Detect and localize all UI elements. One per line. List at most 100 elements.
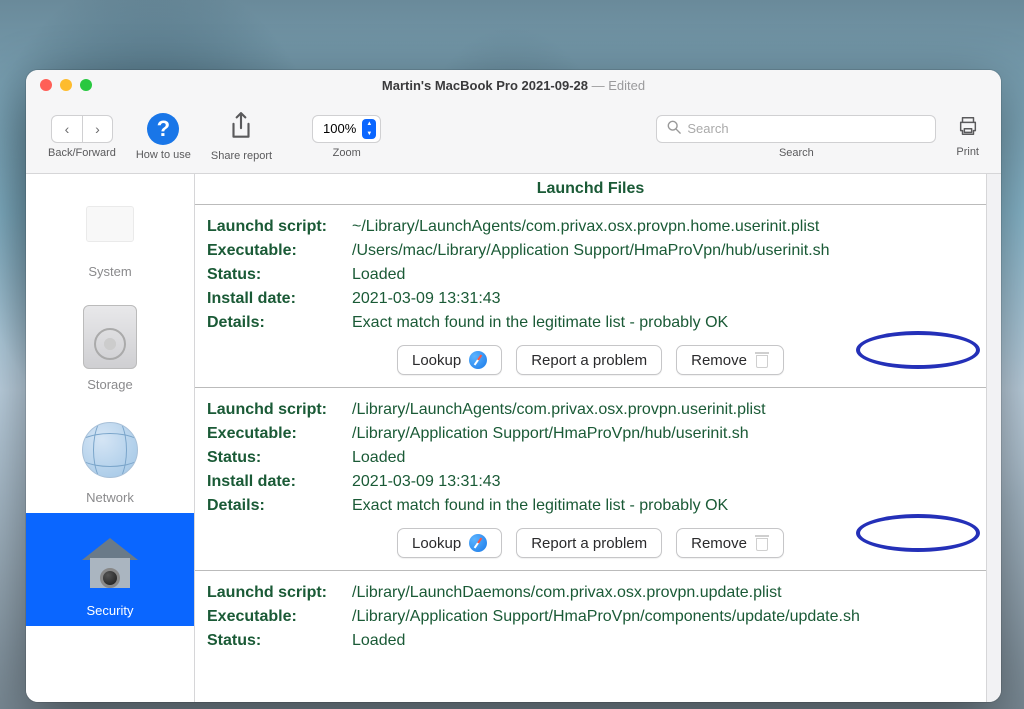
main-panel: Launchd Files Launchd script:~/Library/L… [195,174,986,702]
share-icon[interactable] [228,111,254,146]
sidebar-item-network[interactable]: Network [26,400,194,513]
row-val-executable: /Users/mac/Library/Application Support/H… [352,242,974,260]
row-val-script: /Library/LaunchAgents/com.privax.osx.pro… [352,401,974,419]
sidebar-item-label: Storage [87,377,133,392]
title-main: Martin's MacBook Pro 2021-09-28 [382,78,588,93]
trash-icon [755,352,769,368]
sidebar-item-label: System [88,264,131,279]
search-input[interactable] [687,121,925,136]
row-val-details: Exact match found in the legitimate list… [352,497,974,515]
lookup-button[interactable]: Lookup [397,345,502,375]
search-icon [667,120,681,137]
security-icon [78,531,142,595]
minimize-window-button[interactable] [60,79,72,91]
back-button[interactable]: ‹ [52,116,82,142]
row-label-executable: Executable: [207,608,352,626]
sidebar-item-system[interactable]: System [26,174,194,287]
remove-button[interactable]: Remove [676,345,784,375]
zoom-stepper-arrows-icon: ▲▼ [362,119,376,139]
lookup-button[interactable]: Lookup [397,528,502,558]
remove-button[interactable]: Remove [676,528,784,558]
toolbar: ‹ › Back/Forward ? How to use Share repo… [26,100,1001,174]
row-label-script: Launchd script: [207,218,352,236]
row-val-executable: /Library/Application Support/HmaProVpn/c… [352,608,974,626]
disk-icon [78,305,142,369]
row-val-executable: /Library/Application Support/HmaProVpn/h… [352,425,974,443]
row-label-script: Launchd script: [207,401,352,419]
help-icon[interactable]: ? [147,113,179,145]
zoom-window-button[interactable] [80,79,92,91]
highlight-annotation [856,331,980,369]
content-area: System Storage Network Security Launchd … [26,174,1001,702]
row-val-install-date: 2021-03-09 13:31:43 [352,290,974,308]
tb-share-group: Share report [201,111,282,162]
app-window: Martin's MacBook Pro 2021-09-28 — Edited… [26,70,1001,702]
tb-help-group: ? How to use [126,113,201,161]
zoom-value: 100% [323,121,356,136]
launchd-entry: Launchd script:/Library/LaunchDaemons/co… [195,571,986,665]
remove-label: Remove [691,352,747,369]
print-icon[interactable] [957,115,979,142]
sidebar-item-security[interactable]: Security [26,513,194,626]
row-label-status: Status: [207,632,352,650]
row-val-script: /Library/LaunchDaemons/com.privax.osx.pr… [352,584,974,602]
entries-list: Launchd script:~/Library/LaunchAgents/co… [195,205,986,702]
zoom-stepper[interactable]: 100% ▲▼ [312,115,381,143]
globe-icon [78,418,142,482]
traffic-lights [40,79,92,91]
search-box[interactable] [656,115,936,143]
scrollbar[interactable] [986,174,1001,702]
remove-label: Remove [691,535,747,552]
row-label-details: Details: [207,497,352,515]
chevron-left-icon: ‹ [65,121,70,137]
row-val-install-date: 2021-03-09 13:31:43 [352,473,974,491]
tb-share-label: Share report [211,150,272,162]
window-title: Martin's MacBook Pro 2021-09-28 — Edited [26,78,1001,93]
row-label-script: Launchd script: [207,584,352,602]
tb-nav-label: Back/Forward [48,147,116,159]
tb-search-group: Search [646,115,946,159]
row-label-executable: Executable: [207,242,352,260]
row-val-script: ~/Library/LaunchAgents/com.privax.osx.pr… [352,218,974,236]
tb-search-label: Search [779,147,814,159]
row-val-status: Loaded [352,632,974,650]
sidebar-item-label: Security [87,603,134,618]
row-label-executable: Executable: [207,425,352,443]
highlight-annotation [856,514,980,552]
lookup-label: Lookup [412,535,461,552]
report-label: Report a problem [531,352,647,369]
action-row: Lookup Report a problem Remove [207,518,974,558]
report-problem-button[interactable]: Report a problem [516,528,662,558]
close-window-button[interactable] [40,79,52,91]
titlebar: Martin's MacBook Pro 2021-09-28 — Edited [26,70,1001,100]
report-label: Report a problem [531,535,647,552]
row-val-details: Exact match found in the legitimate list… [352,314,974,332]
tb-print-label: Print [956,146,979,158]
tb-help-label: How to use [136,149,191,161]
nav-buttons: ‹ › [51,115,113,143]
title-edited: — Edited [588,78,645,93]
launchd-entry: Launchd script:~/Library/LaunchAgents/co… [195,205,986,388]
section-header: Launchd Files [195,174,986,205]
row-val-status: Loaded [352,266,974,284]
row-label-status: Status: [207,266,352,284]
report-problem-button[interactable]: Report a problem [516,345,662,375]
tb-nav-group: ‹ › Back/Forward [38,115,126,159]
row-label-status: Status: [207,449,352,467]
row-val-status: Loaded [352,449,974,467]
row-label-install-date: Install date: [207,290,352,308]
row-label-details: Details: [207,314,352,332]
tb-zoom-label: Zoom [333,147,361,159]
action-row: Lookup Report a problem Remove [207,335,974,375]
forward-button[interactable]: › [82,116,112,142]
system-icon [78,192,142,256]
sidebar: System Storage Network Security [26,174,195,702]
chevron-right-icon: › [95,121,100,137]
tb-print-group: Print [946,115,989,158]
sidebar-item-storage[interactable]: Storage [26,287,194,400]
sidebar-item-label: Network [86,490,134,505]
tb-zoom-group: 100% ▲▼ Zoom [302,115,391,159]
safari-icon [469,351,487,369]
trash-icon [755,535,769,551]
launchd-entry: Launchd script:/Library/LaunchAgents/com… [195,388,986,571]
